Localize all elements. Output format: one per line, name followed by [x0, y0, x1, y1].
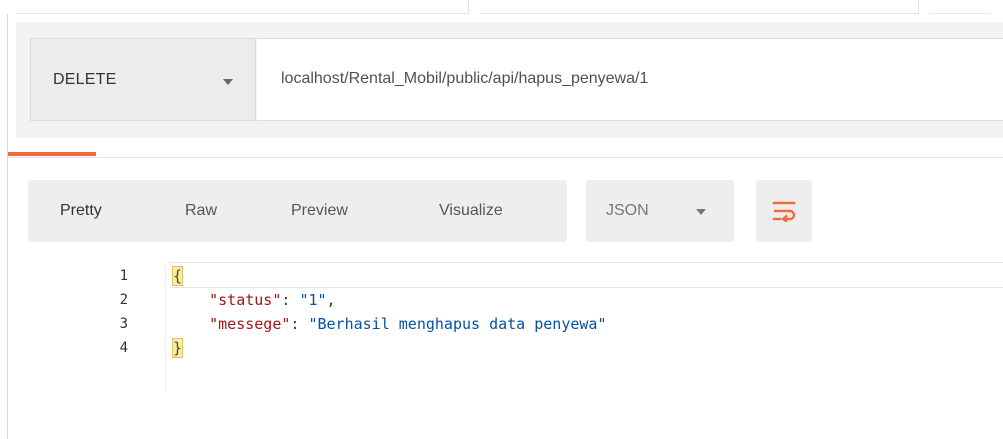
top-tab-segment[interactable] [930, 0, 990, 14]
line-number: 4 [119, 340, 128, 356]
top-tab-strip [0, 0, 1003, 14]
line-number: 3 [119, 316, 128, 332]
wrap-lines-button[interactable] [756, 180, 812, 242]
top-tab-segment[interactable] [480, 0, 919, 14]
json-comma: , [326, 291, 336, 309]
json-value: "Berhasil menghapus data penyewa" [308, 315, 607, 333]
method-label: DELETE [53, 71, 117, 88]
url-text: localhost/Rental_Mobil/public/api/hapus_… [281, 70, 649, 87]
json-separator: : [281, 291, 300, 309]
response-body-editor[interactable]: 1 { 2 "status": "1", 3 "messege": "Berha… [8, 262, 1003, 402]
response-format-group: Pretty Raw Preview Visualize [28, 180, 567, 242]
code-line-text: { [171, 264, 184, 288]
line-number: 2 [119, 292, 128, 308]
chevron-down-icon [223, 79, 233, 85]
line-number: 1 [119, 268, 128, 284]
url-input[interactable]: localhost/Rental_Mobil/public/api/hapus_… [257, 38, 1003, 121]
format-raw-button[interactable]: Raw [185, 202, 217, 220]
format-visualize-button[interactable]: Visualize [439, 202, 503, 220]
code-line-text: "messege": "Berhasil menghapus data peny… [173, 312, 606, 336]
json-key: "status" [209, 291, 282, 309]
active-tab-indicator [8, 152, 96, 156]
format-pretty-button[interactable]: Pretty [60, 202, 102, 220]
close-brace: } [171, 338, 184, 358]
chevron-down-icon [696, 209, 706, 215]
language-label: JSON [606, 202, 649, 219]
wrap-lines-icon [772, 201, 796, 222]
json-key: "messege" [209, 315, 291, 333]
open-brace: { [171, 266, 184, 286]
top-tab-segment[interactable] [16, 0, 469, 14]
method-select[interactable]: DELETE [30, 38, 256, 121]
code-line-text: "status": "1", [173, 288, 336, 312]
json-separator: : [290, 315, 309, 333]
format-preview-button[interactable]: Preview [291, 202, 348, 220]
language-select[interactable]: JSON [586, 180, 734, 242]
tab-divider [8, 157, 1003, 158]
code-line-text: } [171, 336, 184, 360]
json-value: "1" [299, 291, 327, 309]
